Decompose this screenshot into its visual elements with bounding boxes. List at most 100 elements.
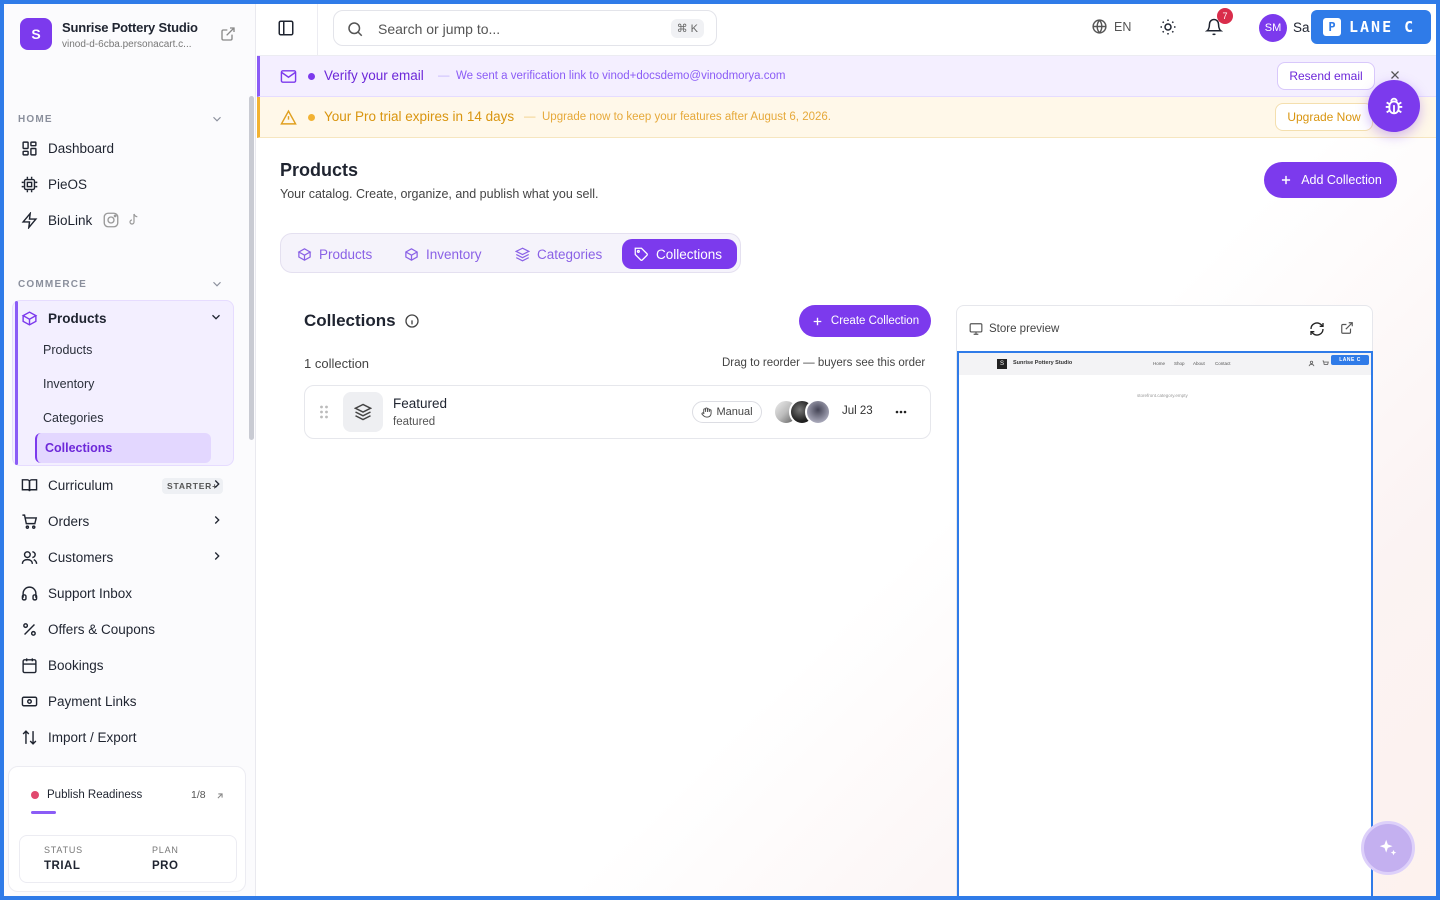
tag-icon — [634, 247, 649, 262]
instagram-icon — [102, 211, 120, 229]
sidebar-item-label: Offers & Coupons — [48, 621, 156, 637]
tab-inventory[interactable]: Inventory — [392, 239, 494, 269]
sidebar-item-products[interactable]: Products — [21, 305, 107, 331]
preview-lane-badge: LANE C — [1331, 355, 1369, 365]
hand-icon — [701, 406, 712, 418]
tab-collections[interactable]: Collections — [622, 239, 737, 269]
tab-categories[interactable]: Categories — [503, 239, 614, 269]
chevron-down-icon[interactable] — [210, 277, 224, 291]
search-icon — [346, 20, 364, 38]
collection-slug: featured — [393, 416, 436, 428]
keyboard-shortcut: ⌘ K — [670, 19, 704, 38]
collection-count: 1 collection — [304, 356, 370, 371]
preview-store-nav: S Sunrise Pottery Studio Home Shop About… — [959, 353, 1371, 375]
chevron-right-icon — [210, 513, 224, 527]
dashboard-icon — [20, 139, 38, 157]
chevron-down-icon[interactable] — [210, 112, 224, 126]
sidebar-toggle-icon[interactable] — [277, 19, 295, 37]
tab-label: Categories — [537, 246, 603, 262]
language-switcher[interactable]: EN — [1091, 18, 1131, 35]
section-label-home: HOME — [18, 114, 53, 125]
lane-label: LANE C — [1349, 18, 1416, 36]
sidebar-subitem-products[interactable]: Products — [43, 343, 92, 357]
info-icon[interactable] — [404, 313, 420, 329]
mail-icon — [280, 68, 297, 85]
sidebar-item-label: Dashboard — [48, 140, 115, 156]
store-logo: S — [20, 18, 52, 50]
search-input[interactable]: Search or jump to... ⌘ K — [333, 10, 717, 46]
sidebar-item-offers-coupons[interactable]: Offers & Coupons — [20, 615, 230, 643]
collection-name[interactable]: Featured — [393, 396, 447, 411]
sidebar-item-label: Bookings — [48, 657, 104, 673]
sidebar-item-biolink[interactable]: BioLink — [20, 206, 230, 234]
banner-title: Your Pro trial expires in 14 days — [324, 109, 515, 124]
sidebar-scrollbar[interactable] — [249, 96, 254, 440]
sidebar-subitem-inventory[interactable]: Inventory — [43, 377, 94, 391]
readiness-title: Publish Readiness — [47, 789, 143, 801]
arrow-up-right-icon — [215, 791, 225, 801]
sidebar-item-support-inbox[interactable]: Support Inbox — [20, 579, 230, 607]
publish-readiness-card[interactable]: Publish Readiness 1/8 STATUS TRIAL PLAN … — [8, 766, 246, 892]
user-name[interactable]: Sa — [1293, 20, 1310, 35]
sidebar-item-bookings[interactable]: Bookings — [20, 651, 230, 679]
sidebar-item-pieos[interactable]: PieOS — [20, 170, 230, 198]
more-options-icon[interactable] — [895, 410, 907, 414]
sidebar-item-orders[interactable]: Orders — [20, 507, 230, 535]
tab-products[interactable]: Products — [285, 239, 384, 269]
collection-row[interactable]: Featured featured Manual Jul 23 — [304, 385, 931, 439]
divider — [317, 4, 318, 56]
bolt-icon — [20, 211, 38, 229]
sun-icon[interactable] — [1159, 18, 1177, 36]
avatar[interactable]: SM — [1259, 14, 1287, 42]
chip-icon — [20, 175, 38, 193]
book-icon — [20, 476, 38, 494]
sidebar-item-customers[interactable]: Customers — [20, 543, 230, 571]
resend-email-button[interactable]: Resend email — [1277, 62, 1375, 90]
preview-user-icon — [1308, 360, 1315, 367]
sidebar-subitem-label: Collections — [45, 441, 113, 455]
refresh-icon[interactable] — [1309, 321, 1325, 337]
sidebar-item-label: PieOS — [48, 176, 88, 192]
preview-empty-text: storefront.category.empty — [1137, 393, 1188, 398]
ai-assistant-button[interactable] — [1361, 821, 1415, 875]
sidebar-item-label: Customers — [48, 549, 114, 565]
banner-title: Verify your email — [324, 68, 424, 83]
sidebar-subitem-categories[interactable]: Categories — [43, 411, 103, 425]
tab-label: Products — [319, 246, 373, 262]
drag-handle-icon[interactable] — [319, 404, 329, 420]
collection-icon — [343, 392, 383, 432]
add-collection-button[interactable]: Add Collection — [1264, 162, 1397, 198]
create-collection-button[interactable]: Create Collection — [799, 305, 931, 337]
box-icon — [297, 247, 312, 262]
collections-heading: Collections — [304, 311, 420, 331]
product-thumbnail — [805, 399, 831, 425]
external-link-icon[interactable] — [220, 26, 236, 42]
money-icon — [20, 692, 38, 710]
sidebar-subitem-collections[interactable]: Collections — [35, 433, 211, 463]
chevron-down-icon[interactable] — [209, 310, 223, 324]
status-dot — [31, 791, 39, 799]
plan-value: PRO — [152, 860, 179, 872]
store-switcher[interactable]: S Sunrise Pottery Studio vinod-d-6cba.pe… — [20, 18, 246, 54]
upgrade-now-button[interactable]: Upgrade Now — [1275, 103, 1373, 131]
chevron-right-icon — [210, 477, 224, 491]
preview-store-name: Sunrise Pottery Studio — [1013, 360, 1073, 366]
lane-badge-icon: P — [1323, 18, 1341, 36]
sidebar-item-payment-links[interactable]: Payment Links — [20, 687, 230, 715]
external-link-icon[interactable] — [1340, 321, 1354, 335]
sidebar-item-label: Payment Links — [48, 693, 137, 709]
preview-header: Store preview — [969, 322, 1059, 336]
sidebar-item-curriculum[interactable]: Curriculum STARTER+ — [20, 471, 230, 499]
sidebar-item-label: BioLink — [48, 212, 93, 228]
preview-iframe[interactable]: S Sunrise Pottery Studio Home Shop About… — [957, 351, 1373, 897]
trial-banner: Your Pro trial expires in 14 days — Upgr… — [257, 97, 1436, 138]
sidebar-item-import-export[interactable]: Import / Export — [20, 723, 230, 751]
sidebar-group-products: Products Products Inventory Categories C… — [12, 300, 234, 466]
bug-report-button[interactable] — [1368, 80, 1420, 132]
preview-nav-link: Contact — [1215, 361, 1231, 366]
sidebar-item-dashboard[interactable]: Dashboard — [20, 134, 230, 162]
section-title: Collections — [304, 311, 396, 330]
status-value: TRIAL — [44, 860, 81, 872]
sidebar-item-label: Import / Export — [48, 729, 137, 745]
banner-message: Upgrade now to keep your features after … — [542, 111, 831, 123]
